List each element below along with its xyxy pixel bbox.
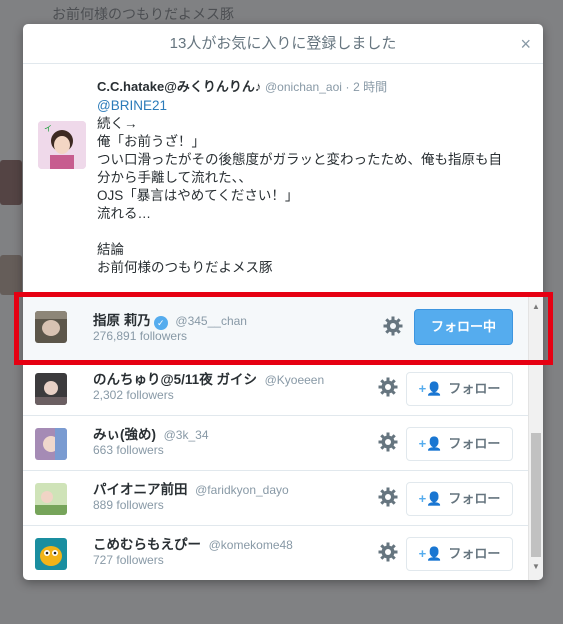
tweet-line: 分から手離して流れた、、 (97, 170, 252, 185)
add-user-icon: +👤 (418, 491, 443, 506)
user-name-line: こめむらもえぴー @komekome48 (93, 533, 293, 553)
following-button[interactable]: フォロー中 (414, 309, 513, 345)
tweet-author-name[interactable]: C.C.hatake@みくりんりん♪ (97, 79, 261, 94)
avatar[interactable] (35, 373, 67, 405)
list-item: のんちゅり@5/11夜 ガイシ @Kyoeeen 2,302 followers… (23, 361, 543, 416)
user-name-line: パイオニア前田 @faridkyon_dayo (93, 478, 289, 498)
list-item: こめむらもえぴー @komekome48 727 followers +👤 フォロ… (23, 526, 543, 580)
add-user-icon: +👤 (418, 546, 443, 561)
user-handle[interactable]: @345__chan (175, 314, 247, 328)
user-name[interactable]: のんちゅり@5/11夜 ガイシ (93, 372, 257, 387)
follow-button[interactable]: +👤 フォロー (406, 482, 513, 516)
user-name-line: 指原 莉乃 ✓ @345__chan (93, 309, 247, 330)
user-followers: 663 followers (93, 443, 164, 457)
avatar[interactable] (35, 311, 67, 343)
tweet-author-handle[interactable]: @onichan_aoi (265, 80, 342, 94)
favoriters-list: 指原 莉乃 ✓ @345__chan 276,891 followers フォロー… (23, 293, 543, 580)
scrollbar-thumb[interactable] (531, 433, 541, 557)
scroll-up-arrow-icon[interactable]: ▲ (532, 302, 540, 311)
user-followers: 889 followers (93, 498, 164, 512)
user-followers: 727 followers (93, 553, 164, 567)
user-name[interactable]: こめむらもえぴー (93, 537, 201, 552)
user-handle[interactable]: @3k_34 (164, 428, 209, 442)
follow-button-label: フォロー (448, 381, 501, 396)
avatar[interactable] (35, 428, 67, 460)
avatar[interactable] (35, 538, 67, 570)
svg-text:イ: イ (44, 124, 52, 133)
follow-button-label: フォロー (448, 491, 501, 506)
tweet-mention[interactable]: @BRINE21 (97, 97, 527, 115)
user-handle[interactable]: @Kyoeeen (265, 373, 325, 387)
avatar[interactable]: イ (38, 121, 86, 169)
follow-button-label: フォロー (448, 546, 501, 561)
scroll-down-arrow-icon[interactable]: ▼ (532, 562, 540, 571)
gear-icon[interactable] (383, 316, 403, 336)
follow-button[interactable]: +👤 フォロー (406, 427, 513, 461)
dialog-header: 13人がお気に入りに登録しました × (23, 24, 543, 64)
tweet-line: 続く→ (97, 116, 138, 131)
tweet-line: つい口滑ったがその後態度がガラッと変わったため、俺も指原も自 (97, 152, 502, 167)
add-user-icon: +👤 (418, 436, 443, 451)
tweet-line (97, 223, 527, 241)
follow-button[interactable]: +👤 フォロー (406, 372, 513, 406)
follow-button[interactable]: +👤 フォロー (406, 537, 513, 571)
scrollbar[interactable]: ▲ ▼ (528, 293, 543, 580)
follow-button-label: フォロー (448, 436, 501, 451)
gear-icon[interactable] (378, 432, 398, 452)
tweet: イ C.C.hatake@みくりんりん♪ @onichan_aoi · 2 時間… (23, 64, 543, 292)
gear-icon[interactable] (378, 487, 398, 507)
close-icon[interactable]: × (520, 24, 531, 64)
user-followers: 276,891 followers (93, 329, 188, 343)
gear-icon[interactable] (378, 542, 398, 562)
user-name-line: みぃ(強め) @3k_34 (93, 423, 209, 443)
user-handle[interactable]: @komekome48 (209, 538, 293, 552)
tweet-body: @BRINE21 続く→ 俺「お前うざ！」 つい口滑ったがその後態度がガラッと変… (97, 97, 527, 277)
list-item: みぃ(強め) @3k_34 663 followers +👤 フォロー (23, 416, 543, 471)
tweet-separator: · (345, 80, 350, 94)
add-user-icon: +👤 (418, 381, 443, 396)
tweet-line: 俺「お前うざ！」 (97, 134, 205, 149)
favorites-dialog: 13人がお気に入りに登録しました × イ C.C.hatake@みくりんりん♪ … (23, 24, 543, 580)
tweet-header: C.C.hatake@みくりんりん♪ @onichan_aoi · 2 時間 (97, 78, 527, 96)
list-item: パイオニア前田 @faridkyon_dayo 889 followers +👤… (23, 471, 543, 526)
user-followers: 2,302 followers (93, 388, 174, 402)
avatar[interactable] (35, 483, 67, 515)
list-item: 指原 莉乃 ✓ @345__chan 276,891 followers フォロー… (23, 293, 543, 361)
tweet-line: 結論 (97, 242, 124, 257)
user-name[interactable]: 指原 莉乃 (93, 313, 151, 328)
gear-icon[interactable] (378, 377, 398, 397)
user-name[interactable]: パイオニア前田 (93, 482, 188, 497)
dialog-title: 13人がお気に入りに登録しました (169, 35, 397, 52)
tweet-line: 流れる… (97, 206, 151, 221)
verified-badge-icon: ✓ (153, 316, 168, 330)
user-name[interactable]: みぃ(強め) (93, 427, 156, 442)
tweet-time[interactable]: 2 時間 (353, 80, 387, 94)
user-name-line: のんちゅり@5/11夜 ガイシ @Kyoeeen (93, 368, 324, 388)
tweet-line: お前何様のつもりだよメス豚 (97, 260, 273, 275)
tweet-line: OJS「暴言はやめてください！」 (97, 188, 299, 203)
user-handle[interactable]: @faridkyon_dayo (195, 483, 289, 497)
